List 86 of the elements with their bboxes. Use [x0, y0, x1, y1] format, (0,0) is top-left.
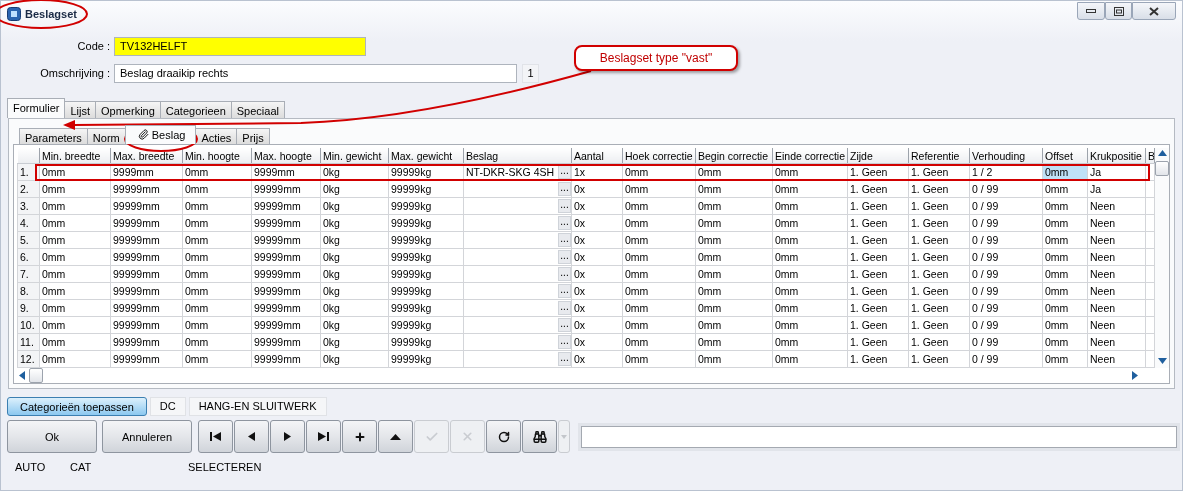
lookup-button[interactable]: ...: [558, 250, 571, 264]
close-icon: [461, 430, 474, 443]
code-field[interactable]: TV132HELFT: [114, 36, 366, 56]
ok-button[interactable]: Ok: [7, 420, 97, 453]
column-header[interactable]: Krukpositie: [1087, 148, 1146, 164]
column-header[interactable]: Max. gewicht: [388, 148, 464, 164]
toolbar-button[interactable]: [270, 420, 305, 453]
vertical-scrollbar[interactable]: [1155, 148, 1169, 368]
lookup-button[interactable]: ...: [558, 335, 571, 349]
lookup-button[interactable]: ...: [558, 233, 571, 247]
binoculars-icon: [532, 429, 547, 444]
refresh-icon: [497, 430, 510, 443]
toolbar-button[interactable]: [234, 420, 269, 453]
lookup-button[interactable]: ...: [558, 182, 571, 196]
scroll-right-icon: [1132, 371, 1138, 380]
minimize-button[interactable]: [1077, 2, 1105, 20]
scroll-down-icon: [1157, 358, 1167, 364]
description-label: Omschrijving :: [39, 67, 111, 79]
column-header[interactable]: Min. hoogte: [182, 148, 252, 164]
next-icon: [284, 432, 291, 441]
previous-icon: [248, 432, 255, 441]
lookup-button[interactable]: ...: [558, 216, 571, 230]
column-header[interactable]: Aantal: [571, 148, 623, 164]
status-text: CAT: [70, 461, 93, 473]
toolbar-button[interactable]: [522, 420, 557, 453]
maximize-icon: [1113, 6, 1124, 16]
toolbar-button[interactable]: [486, 420, 521, 453]
scroll-thumb[interactable]: [29, 368, 43, 383]
column-header[interactable]: Hoek correctie: [622, 148, 696, 164]
tab[interactable]: Categorieen: [159, 101, 232, 118]
maximize-button[interactable]: [1105, 2, 1132, 20]
column-header[interactable]: Offset: [1042, 148, 1088, 164]
description-field[interactable]: Beslag draaikip rechts: [114, 63, 517, 83]
category-tag: HANG-EN SLUITWERK: [188, 397, 327, 416]
column-header[interactable]: Max. hoogte: [251, 148, 321, 164]
column-header[interactable]: Zijde: [847, 148, 909, 164]
column-header[interactable]: Referentie: [908, 148, 970, 164]
lookup-button[interactable]: ...: [558, 301, 571, 315]
toolbar-button[interactable]: [378, 420, 413, 453]
callout: Beslagset type "vast": [574, 45, 738, 71]
first-record-icon: [210, 432, 221, 441]
tab[interactable]: Acties: [195, 128, 238, 144]
scroll-left-icon: [19, 371, 25, 380]
table-cell: NT-DKR-SKG 4SH: [466, 166, 555, 178]
column-header[interactable]: Min. gewicht: [320, 148, 389, 164]
toolbar-button[interactable]: [198, 420, 233, 453]
app-icon: [7, 7, 21, 21]
lookup-button[interactable]: ...: [558, 199, 571, 213]
window-title: Beslagset: [25, 8, 77, 20]
lookup-button[interactable]: ...: [558, 352, 571, 366]
tab[interactable]: Prijs: [236, 128, 270, 144]
cancel-button[interactable]: Annuleren: [102, 420, 192, 453]
toolbar-button[interactable]: [306, 420, 341, 453]
line-count: 1: [522, 63, 539, 83]
lookup-button[interactable]: ...: [558, 284, 571, 298]
tab[interactable]: Formulier: [7, 98, 66, 118]
status-text: SELECTEREN: [188, 461, 263, 473]
tab[interactable]: Parameters: [19, 128, 88, 144]
caret-icon: [561, 434, 567, 439]
tab[interactable]: Lijst: [64, 101, 96, 118]
toolbar-button[interactable]: [342, 420, 377, 453]
column-header[interactable]: Einde correctie: [772, 148, 848, 164]
last-record-icon: [318, 432, 329, 441]
up-triangle-icon: [390, 433, 401, 440]
category-tag: DC: [149, 397, 186, 416]
paperclip-icon: [137, 129, 149, 140]
apply-categories-button[interactable]: Categorieën toepassen: [7, 397, 147, 416]
lookup-button[interactable]: ...: [558, 318, 571, 332]
code-label: Code :: [76, 40, 111, 52]
column-header[interactable]: Min. breedte: [39, 148, 111, 164]
lookup-button[interactable]: ...: [558, 267, 571, 281]
scroll-up-icon: [1157, 150, 1167, 156]
column-header[interactable]: Beslag: [463, 148, 572, 164]
column-header[interactable]: Begin correctie: [695, 148, 773, 164]
tab[interactable]: Speciaal: [230, 101, 285, 118]
tab[interactable]: Norm: [86, 128, 126, 144]
column-header[interactable]: Verhouding: [969, 148, 1043, 164]
tab[interactable]: Beslag: [124, 125, 197, 144]
status-text: AUTO: [15, 461, 47, 473]
tab[interactable]: Opmerking: [95, 101, 161, 118]
scroll-thumb[interactable]: [1155, 161, 1169, 176]
plus-icon: [353, 430, 366, 443]
minimize-icon: [1086, 9, 1096, 13]
input-field[interactable]: [581, 425, 1177, 448]
close-button[interactable]: [1132, 2, 1176, 20]
close-icon: [1149, 6, 1159, 16]
